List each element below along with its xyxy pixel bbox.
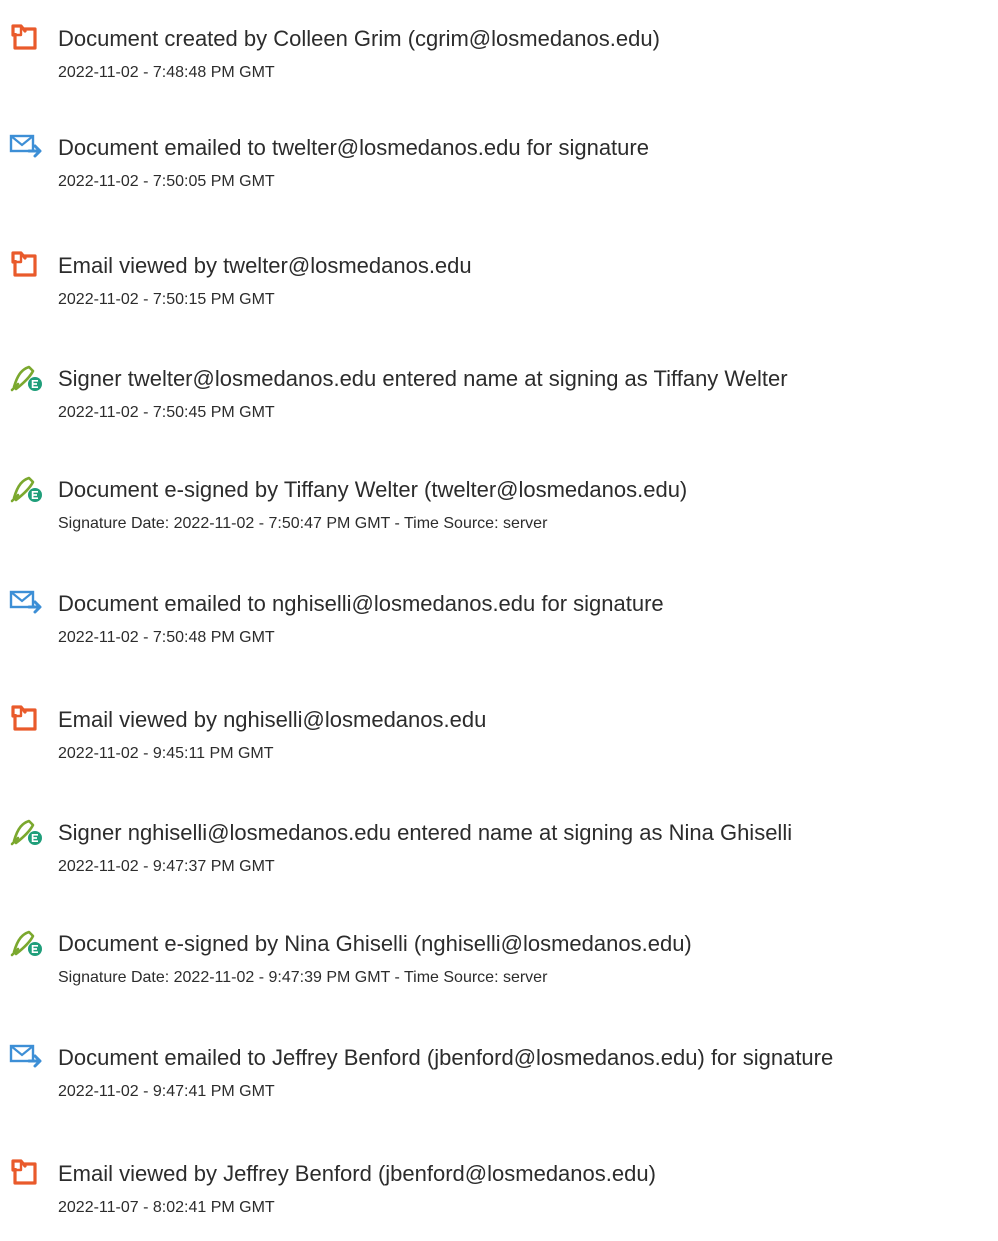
event-title: Signer nghiselli@losmedanos.edu entered … <box>58 820 793 845</box>
event-timestamp: 2022-11-02 - 7:50:15 PM GMT <box>58 291 275 308</box>
audit-event: Email viewed by twelter@losmedanos.edu 2… <box>0 243 998 333</box>
document-icon <box>9 704 45 732</box>
event-title: Document e-signed by Nina Ghiselli (nghi… <box>58 931 692 956</box>
event-title: Document created by Colleen Grim (cgrim@… <box>58 26 660 51</box>
event-timestamp: 2022-11-02 - 9:47:41 PM GMT <box>58 1083 275 1100</box>
audit-event: Document e-signed by Tiffany Welter (twe… <box>0 467 998 557</box>
event-title: Document emailed to nghiselli@losmedanos… <box>58 591 664 616</box>
audit-event: Document e-signed by Nina Ghiselli (nghi… <box>0 921 998 1011</box>
audit-event: Signer nghiselli@losmedanos.edu entered … <box>0 810 998 900</box>
event-timestamp: 2022-11-02 - 7:50:05 PM GMT <box>58 173 275 190</box>
event-title: Email viewed by twelter@losmedanos.edu <box>58 253 472 278</box>
event-title: Document emailed to twelter@losmedanos.e… <box>58 135 649 160</box>
event-title: Document e-signed by Tiffany Welter (twe… <box>58 477 688 502</box>
email-send-icon <box>9 132 45 160</box>
event-timestamp: 2022-11-02 - 9:47:37 PM GMT <box>58 858 275 875</box>
audit-event: Document emailed to twelter@losmedanos.e… <box>0 125 998 215</box>
event-timestamp: 2022-11-02 - 9:45:11 PM GMT <box>58 745 274 762</box>
audit-event: Signer twelter@losmedanos.edu entered na… <box>0 356 998 446</box>
audit-event: Email viewed by nghiselli@losmedanos.edu… <box>0 697 998 787</box>
event-title: Email viewed by Jeffrey Benford (jbenfor… <box>58 1161 656 1186</box>
event-timestamp: 2022-11-07 - 8:02:41 PM GMT <box>58 1199 275 1216</box>
event-title: Document emailed to Jeffrey Benford (jbe… <box>58 1045 834 1070</box>
email-send-icon <box>9 1042 45 1070</box>
document-icon <box>9 23 45 51</box>
event-timestamp: Signature Date: 2022-11-02 - 9:47:39 PM … <box>58 969 548 986</box>
event-title: Email viewed by nghiselli@losmedanos.edu <box>58 707 487 732</box>
email-send-icon <box>9 588 45 616</box>
audit-event: Email viewed by Jeffrey Benford (jbenfor… <box>0 1151 998 1241</box>
signature-pen-icon <box>9 928 45 957</box>
event-timestamp: Signature Date: 2022-11-02 - 7:50:47 PM … <box>58 515 548 532</box>
document-icon <box>9 250 45 278</box>
document-icon <box>9 1158 45 1186</box>
event-timestamp: 2022-11-02 - 7:48:48 PM GMT <box>58 64 275 81</box>
signature-pen-icon <box>9 363 45 392</box>
event-timestamp: 2022-11-02 - 7:50:48 PM GMT <box>58 629 275 646</box>
audit-event: Document emailed to nghiselli@losmedanos… <box>0 581 998 671</box>
signature-pen-icon <box>9 817 45 846</box>
signature-pen-icon <box>9 474 45 503</box>
event-title: Signer twelter@losmedanos.edu entered na… <box>58 366 788 391</box>
event-timestamp: 2022-11-02 - 7:50:45 PM GMT <box>58 404 275 421</box>
audit-event: Document created by Colleen Grim (cgrim@… <box>0 16 998 106</box>
audit-event: Document emailed to Jeffrey Benford (jbe… <box>0 1035 998 1125</box>
